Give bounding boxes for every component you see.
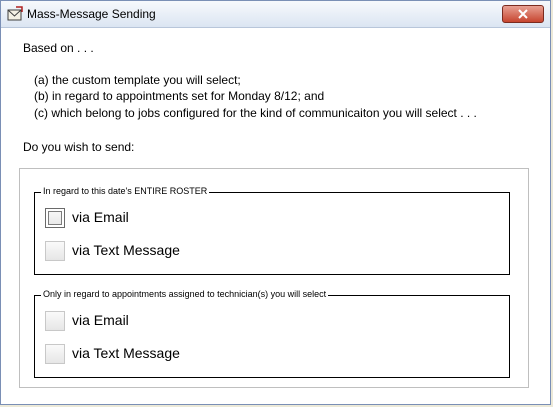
condition-b: (b) in regard to appointments set for Mo… [34, 89, 325, 103]
dialog-content: Based on . . . (a) the custom template y… [9, 28, 543, 398]
options-panel: In regard to this date's ENTIRE ROSTER v… [19, 168, 529, 388]
entire-roster-text-checkbox[interactable] [45, 241, 65, 261]
technician-text-label[interactable]: via Text Message [72, 345, 180, 361]
technician-email-label[interactable]: via Email [72, 312, 129, 328]
technician-text-checkbox[interactable] [45, 344, 65, 364]
entire-roster-group-title: In regard to this date's ENTIRE ROSTER [41, 186, 210, 196]
window-title: Mass-Message Sending [27, 7, 156, 21]
entire-roster-text-label[interactable]: via Text Message [72, 242, 180, 258]
entire-roster-email-checkbox[interactable] [45, 208, 65, 228]
technician-group-title: Only in regard to appointments assigned … [41, 289, 329, 299]
close-icon [518, 9, 528, 19]
entire-roster-email-label[interactable]: via Email [72, 209, 129, 225]
entire-roster-group: In regard to this date's ENTIRE ROSTER v… [34, 186, 510, 275]
intro-text: Based on . . . [23, 41, 94, 55]
dialog-window: Mass-Message Sending Based on . . . (a) … [0, 0, 551, 405]
condition-a: (a) the custom template you will select; [34, 73, 241, 87]
title-bar[interactable]: Mass-Message Sending [1, 1, 550, 28]
technician-email-checkbox[interactable] [45, 311, 65, 331]
app-envelope-icon [7, 6, 23, 22]
technician-group: Only in regard to appointments assigned … [34, 289, 510, 378]
condition-c: (c) which belong to jobs configured for … [34, 106, 477, 120]
question-text: Do you wish to send: [23, 140, 135, 154]
close-button[interactable] [502, 5, 544, 23]
